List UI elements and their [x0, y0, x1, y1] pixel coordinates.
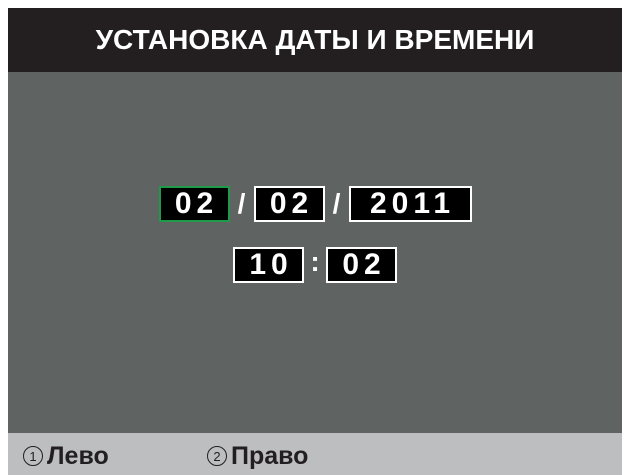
left-button-label: Лево: [47, 441, 109, 470]
button-number-2-icon: 2: [207, 446, 227, 466]
day-field[interactable]: 02: [158, 186, 230, 222]
hour-field[interactable]: 10: [233, 247, 304, 283]
time-separator: :: [310, 246, 320, 277]
right-button-label: Право: [231, 441, 309, 470]
year-field[interactable]: 2011: [348, 186, 472, 222]
right-button[interactable]: 2 Право: [207, 441, 308, 471]
date-separator: /: [332, 188, 341, 219]
page-title: УСТАНОВКА ДАТЫ И ВРЕМЕНИ: [95, 24, 535, 55]
date-row: 02 / 02 / 2011: [8, 186, 622, 222]
footer-bar: 1 Лево 2 Право: [8, 433, 622, 475]
minute-field[interactable]: 02: [326, 247, 397, 283]
date-separator: /: [237, 188, 246, 219]
title-bar: УСТАНОВКА ДАТЫ И ВРЕМЕНИ: [8, 8, 622, 72]
button-number-1-icon: 1: [23, 446, 43, 466]
date-time-settings-screen: УСТАНОВКА ДАТЫ И ВРЕМЕНИ 02 / 02 / 2011 …: [8, 8, 622, 475]
left-button[interactable]: 1 Лево: [23, 441, 109, 471]
month-field[interactable]: 02: [253, 186, 325, 222]
time-row: 10 : 02: [8, 246, 622, 283]
